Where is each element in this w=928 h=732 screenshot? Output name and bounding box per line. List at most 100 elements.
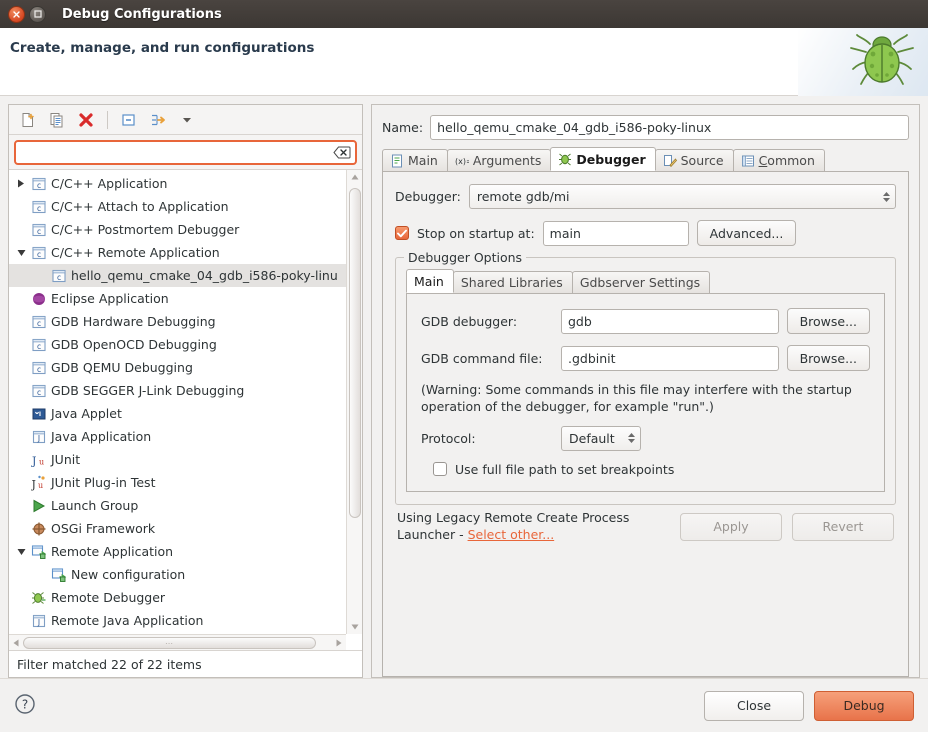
gdb-debugger-label: GDB debugger:: [421, 314, 553, 329]
tree-item[interactable]: JuJUnit Plug-in Test: [9, 471, 346, 494]
scroll-up-arrow[interactable]: [347, 170, 362, 184]
duplicate-configuration-button[interactable]: [44, 108, 70, 132]
debugger-select[interactable]: remote gdb/mi: [469, 184, 896, 209]
toolbar-separator: [107, 111, 108, 129]
stop-on-startup-checkbox[interactable]: [395, 226, 409, 240]
gdb-debugger-browse-button[interactable]: Browse...: [787, 308, 870, 334]
tree-vertical-scrollbar[interactable]: [346, 170, 362, 634]
use-full-path-checkbox[interactable]: [433, 462, 447, 476]
help-button[interactable]: ?: [14, 693, 36, 718]
tree-item[interactable]: OSGi Framework: [9, 517, 346, 540]
close-button[interactable]: Close: [704, 691, 804, 721]
tree-item-label: C/C++ Remote Application: [51, 245, 220, 260]
view-menu-button[interactable]: [174, 108, 200, 132]
configurations-tree[interactable]: cC/C++ ApplicationcC/C++ Attach to Appli…: [9, 169, 362, 650]
tree-item[interactable]: cGDB Hardware Debugging: [9, 310, 346, 333]
tree-scroll-thumb[interactable]: [349, 188, 361, 518]
clear-field-icon[interactable]: [333, 146, 351, 160]
java-applet-icon: [31, 406, 47, 422]
svg-text:J: J: [37, 618, 40, 627]
tree-item[interactable]: c C/C++ Remote Application: [9, 241, 346, 264]
revert-button[interactable]: Revert: [792, 513, 894, 541]
eclipse-icon: [31, 291, 47, 307]
filter-box[interactable]: [14, 140, 357, 165]
tree-item[interactable]: JRemote Java Application: [9, 609, 346, 632]
debugger-options-group: Debugger Options MainShared LibrariesGdb…: [395, 257, 896, 505]
debugger-options-main-panel: GDB debugger: gdb Browse... GDB command …: [406, 294, 885, 492]
scroll-grip: ⋯: [165, 639, 174, 648]
tab-common[interactable]: Common: [733, 149, 825, 171]
gdb-debugger-input[interactable]: gdb: [561, 309, 779, 334]
tree-item-icon-wrap: c: [29, 245, 49, 261]
tree-item-icon-wrap: [29, 521, 49, 537]
gdb-command-file-browse-button[interactable]: Browse...: [787, 345, 870, 371]
tab-main[interactable]: Main: [382, 149, 448, 171]
hscroll-thumb[interactable]: ⋯: [23, 637, 316, 649]
tree-item[interactable]: chello_qemu_cmake_04_gdb_i586-poky-linu: [9, 264, 346, 287]
tree-item[interactable]: cC/C++ Application: [9, 172, 346, 195]
tree-item[interactable]: Remote Application: [9, 540, 346, 563]
protocol-select[interactable]: Default: [561, 426, 641, 451]
tree-item-icon-wrap: J: [29, 429, 49, 445]
tab-source[interactable]: Source: [655, 149, 734, 171]
debugger-options-tab-shared-libraries[interactable]: Shared Libraries: [453, 271, 573, 293]
window-title: Debug Configurations: [62, 7, 222, 22]
tree-twisty-expanded-icon[interactable]: [13, 548, 29, 556]
debugger-options-tab-label: Main: [414, 274, 444, 289]
tree-item[interactable]: Remote Debugger: [9, 586, 346, 609]
window-titlebar: Debug Configurations: [0, 0, 928, 28]
scroll-left-arrow[interactable]: [9, 636, 23, 650]
filter-button[interactable]: [145, 108, 171, 132]
select-other-link[interactable]: Select other...: [468, 527, 555, 542]
stop-on-startup-input[interactable]: main: [543, 221, 689, 246]
tree-item-label: C/C++ Attach to Application: [51, 199, 229, 214]
tree-item[interactable]: cGDB QEMU Debugging: [9, 356, 346, 379]
debugger-options-tabbar: Main Shared LibrariesGdbserver Settings: [406, 270, 885, 294]
svg-text:c: c: [37, 342, 41, 351]
tree-twisty-collapsed-icon[interactable]: [13, 179, 29, 188]
search-input[interactable]: [22, 142, 333, 163]
apply-button[interactable]: Apply: [680, 513, 782, 541]
delete-x-icon: [78, 112, 94, 128]
advanced-button[interactable]: Advanced...: [697, 220, 797, 246]
use-full-path-label: Use full file path to set breakpoints: [455, 462, 674, 477]
tree-item[interactable]: cGDB OpenOCD Debugging: [9, 333, 346, 356]
debugger-options-tab-gdbserver-settings[interactable]: Gdbserver Settings: [572, 271, 710, 293]
tree-item-icon-wrap: c: [29, 176, 49, 192]
close-icon[interactable]: [8, 6, 25, 23]
debugger-select-row: Debugger: remote gdb/mi: [395, 184, 896, 209]
tree-item[interactable]: New configuration: [9, 563, 346, 586]
tab-label: Debugger: [576, 152, 645, 167]
new-configuration-button[interactable]: [15, 108, 41, 132]
filter-container: [9, 135, 362, 169]
tree-item[interactable]: JJava Application: [9, 425, 346, 448]
scroll-down-arrow[interactable]: [347, 620, 362, 634]
c-launch-icon: c: [31, 176, 47, 192]
tree-item-icon-wrap: [49, 567, 69, 583]
launcher-status-line1: Using Legacy Remote Create Process: [397, 510, 629, 527]
tree-item[interactable]: cC/C++ Postmortem Debugger: [9, 218, 346, 241]
name-input[interactable]: hello_qemu_cmake_04_gdb_i586-poky-linux: [430, 115, 909, 140]
tree-item[interactable]: Java Applet: [9, 402, 346, 425]
maximize-icon[interactable]: [29, 6, 46, 23]
scroll-right-arrow[interactable]: [332, 636, 346, 650]
gdb-command-file-input[interactable]: .gdbinit: [561, 346, 779, 371]
tree-item[interactable]: Eclipse Application: [9, 287, 346, 310]
tab-arguments[interactable]: (x)=Arguments: [447, 149, 552, 171]
protocol-select-value: Default: [569, 431, 615, 446]
tree-item[interactable]: c C/C++ Attach to Application: [9, 195, 346, 218]
debugger-select-value: remote gdb/mi: [477, 189, 570, 204]
c-launch-icon: c: [31, 199, 47, 215]
tree-item[interactable]: Launch Group: [9, 494, 346, 517]
collapse-all-button[interactable]: [116, 108, 142, 132]
debugger-options-tab-main[interactable]: Main: [406, 269, 454, 293]
debug-button[interactable]: Debug: [814, 691, 914, 721]
delete-configuration-button[interactable]: [73, 108, 99, 132]
c-launch-icon: c: [31, 245, 47, 261]
tree-item[interactable]: JuJUnit: [9, 448, 346, 471]
tree-item[interactable]: cGDB SEGGER J-Link Debugging: [9, 379, 346, 402]
tab-debugger[interactable]: Debugger: [550, 147, 655, 171]
gdb-debugger-row: GDB debugger: gdb Browse...: [421, 308, 870, 334]
tree-twisty-expanded-icon[interactable]: [13, 249, 29, 257]
tree-horizontal-scrollbar[interactable]: ⋯: [9, 634, 346, 650]
